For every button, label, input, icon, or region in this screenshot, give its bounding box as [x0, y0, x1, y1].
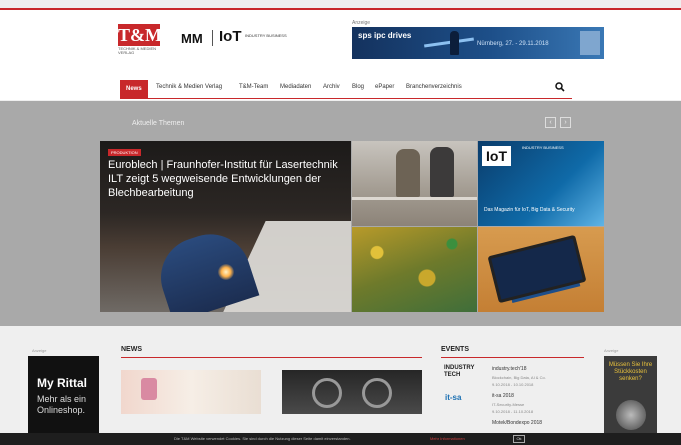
stueckkosten-ad[interactable]: Müssen Sie Ihre Stückkosten senken?	[604, 356, 657, 445]
event-date-2: 9.10.2018 - 11.10.2018	[492, 409, 534, 414]
news-item-image-2[interactable]	[282, 370, 422, 414]
rittal-headline: My Rittal	[37, 376, 88, 390]
mm-logo[interactable]: MM	[181, 31, 203, 46]
featured-article[interactable]: PRODUKTION Euroblech | Fraunhofer-Instit…	[100, 141, 351, 312]
topic-tile-tablet[interactable]	[478, 227, 604, 312]
tile-iot-subtitle: INDUSTRY BUSINESS	[522, 145, 564, 150]
tm-logo[interactable]: T&M TECHNIK & MEDIEN VERLAG	[118, 24, 162, 55]
cookie-bar: Die T&M Website verwendet Cookies. Sie s…	[0, 433, 681, 445]
news-section-title: NEWS	[121, 346, 142, 353]
page: T&M TECHNIK & MEDIEN VERLAG MM IoT INDUS…	[0, 0, 681, 445]
topic-tile-people-stairs[interactable]	[352, 141, 477, 226]
topic-tile-granules[interactable]	[352, 227, 477, 312]
ad-coin-image	[616, 400, 646, 430]
cookie-ok-button[interactable]: Ok	[513, 435, 525, 443]
topic-tile-iot-magazine[interactable]: IoT INDUSTRY BUSINESS Das Magazin für Io…	[478, 141, 604, 226]
event-desc-1: Blockchain, Big Data, AI & Co.	[492, 375, 546, 380]
iot-logo-tagline: INDUSTRY BUSINESS	[245, 33, 287, 38]
nav-item-technik-medien-verlag[interactable]: Technik & Medien Verlag	[156, 84, 222, 90]
tile-stair-step	[352, 197, 477, 200]
event-date-1: 9.10.2018 - 10.10.2018	[492, 382, 534, 387]
rittal-subline: Mehr als ein Onlineshop.	[37, 394, 87, 415]
event-name-1[interactable]: industry.tech'18	[492, 366, 527, 372]
news-image-dial-right	[362, 378, 392, 408]
my-rittal-ad[interactable]: My Rittal Mehr als ein Onlineshop.	[28, 356, 99, 445]
cookie-more-info-link[interactable]: Mehr Informationen	[430, 436, 465, 441]
nav-item-mediadaten[interactable]: Mediadaten	[280, 84, 311, 90]
tile-tablet-device	[487, 234, 587, 304]
banner-light-stripe	[424, 37, 474, 48]
events-section-rule	[441, 357, 584, 358]
news-image-dial-left	[312, 378, 342, 408]
left-ad-label: Anzeige	[32, 348, 47, 353]
news-image-cup	[141, 378, 157, 400]
tile-iot-logo: IoT	[482, 146, 511, 166]
banner-product-box	[580, 31, 600, 55]
featured-image-laser-head	[150, 223, 260, 312]
nav-item-archiv[interactable]: Archiv	[323, 84, 340, 90]
tm-logo-mark: T&M	[118, 24, 162, 46]
search-icon[interactable]	[555, 82, 565, 92]
featured-category-tag: PRODUKTION	[108, 149, 141, 156]
tile-iot-caption: Das Magazin für IoT, Big Data & Security	[484, 207, 575, 213]
nav-item-tm-team[interactable]: T&M-Team	[239, 84, 268, 90]
topics-next-button[interactable]: ›	[560, 117, 571, 128]
nav-item-news[interactable]: News	[120, 80, 148, 98]
events-section-title: EVENTS	[441, 346, 470, 353]
nav-underline	[120, 98, 572, 99]
cookie-text: Die T&M Website verwendet Cookies. Sie s…	[174, 436, 351, 441]
banner-date: Nürnberg, 27. - 29.11.2018	[477, 41, 549, 47]
ad-label: Anzeige	[352, 20, 371, 26]
featured-headline[interactable]: Euroblech | Fraunhofer-Institut für Lase…	[108, 158, 338, 200]
logo-divider	[212, 30, 213, 46]
nav-item-branchenverzeichnis[interactable]: Branchenverzeichnis	[406, 84, 462, 90]
tile-person-left	[396, 149, 420, 197]
banner-person-figure	[450, 31, 459, 55]
event-name-3[interactable]: Motek/Bondexpo 2018	[492, 420, 542, 426]
news-item-image-1[interactable]	[121, 370, 261, 414]
sps-ipc-drives-ad-banner[interactable]: sps ipc drives Nürnberg, 27. - 29.11.201…	[352, 27, 604, 59]
event-desc-2: IT-Security-Messe	[492, 402, 525, 407]
iot-logo[interactable]: IoT	[219, 28, 242, 45]
nav-item-blog[interactable]: Blog	[352, 84, 364, 90]
stueckkosten-ad-text: Müssen Sie Ihre Stückkosten senken?	[608, 362, 653, 382]
featured-image-spark	[218, 264, 234, 280]
nav-item-epaper[interactable]: ePaper	[375, 84, 394, 90]
topics-title: Aktuelle Themen	[132, 120, 185, 127]
main-nav: News Technik & Medien Verlag T&M-Team Me…	[120, 80, 572, 98]
tm-logo-subtitle: TECHNIK & MEDIEN VERLAG	[118, 46, 157, 55]
tile-person-right	[430, 147, 454, 197]
news-section-rule	[121, 357, 422, 358]
event-logo-industry-tech[interactable]: INDUSTRY TECH	[444, 365, 486, 379]
event-name-2[interactable]: it-sa 2018	[492, 393, 514, 399]
event-logo-it-sa[interactable]: it-sa	[445, 393, 475, 407]
topics-prev-button[interactable]: ‹	[545, 117, 556, 128]
right-ad-label: Anzeige	[604, 348, 619, 353]
banner-title: sps ipc drives	[358, 31, 412, 40]
